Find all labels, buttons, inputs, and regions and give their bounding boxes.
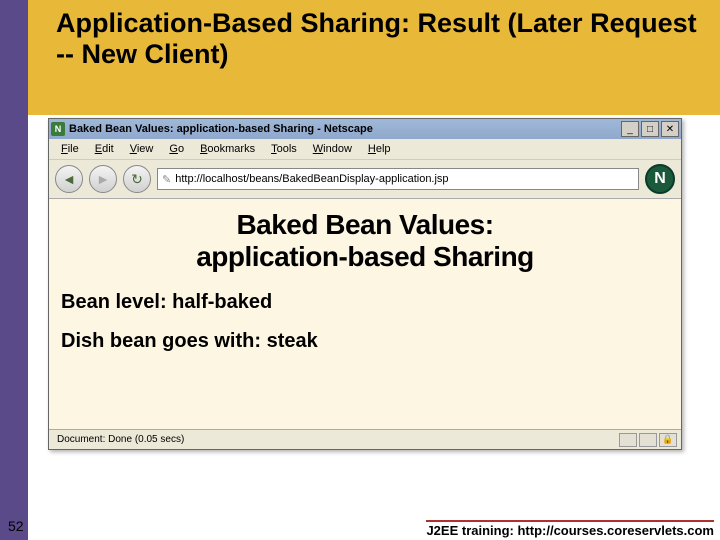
minimize-button[interactable]: _ bbox=[621, 121, 639, 137]
page-heading-line1: Baked Bean Values: bbox=[61, 209, 669, 241]
dish-bean-line: Dish bean goes with: steak bbox=[61, 330, 669, 353]
page-heading: Baked Bean Values: application-based Sha… bbox=[61, 209, 669, 273]
url-input[interactable]: ✎ http://localhost/beans/BakedBeanDispla… bbox=[157, 168, 639, 190]
dish-bean-label: Dish bean goes with: bbox=[61, 330, 261, 352]
bean-level-value: half-baked bbox=[167, 291, 273, 313]
browser-toolbar: ◄ ► ↻ ✎ http://localhost/beans/BakedBean… bbox=[49, 160, 681, 199]
dish-bean-value: steak bbox=[261, 330, 318, 352]
url-icon: ✎ bbox=[162, 173, 171, 186]
bean-level-label: Bean level: bbox=[61, 291, 167, 313]
menu-help[interactable]: Help bbox=[360, 141, 399, 157]
maximize-button[interactable]: □ bbox=[641, 121, 659, 137]
slide-number: 52 bbox=[8, 518, 24, 534]
netscape-logo-icon: N bbox=[645, 164, 675, 194]
slide-footer: J2EE training: http://courses.coreservle… bbox=[426, 520, 714, 538]
menu-go[interactable]: Go bbox=[161, 141, 192, 157]
slide-container: Application-Based Sharing: Result (Later… bbox=[0, 0, 720, 540]
status-bar: Document: Done (0.05 secs) 🔒 bbox=[49, 429, 681, 449]
menu-bar: File Edit View Go Bookmarks Tools Window… bbox=[49, 139, 681, 160]
window-title: Baked Bean Values: application-based Sha… bbox=[69, 123, 619, 135]
back-button[interactable]: ◄ bbox=[55, 165, 83, 193]
forward-button[interactable]: ► bbox=[89, 165, 117, 193]
status-tray-box-1 bbox=[619, 433, 637, 447]
browser-window: N Baked Bean Values: application-based S… bbox=[48, 118, 682, 450]
window-titlebar[interactable]: N Baked Bean Values: application-based S… bbox=[49, 119, 681, 139]
menu-view[interactable]: View bbox=[122, 141, 162, 157]
menu-tools[interactable]: Tools bbox=[263, 141, 305, 157]
reload-button[interactable]: ↻ bbox=[123, 165, 151, 193]
bean-level-line: Bean level: half-baked bbox=[61, 291, 669, 314]
page-content: Baked Bean Values: application-based Sha… bbox=[49, 199, 681, 429]
menu-window[interactable]: Window bbox=[305, 141, 360, 157]
security-lock-icon[interactable]: 🔒 bbox=[659, 433, 677, 447]
menu-bookmarks[interactable]: Bookmarks bbox=[192, 141, 263, 157]
slide-title-band: Application-Based Sharing: Result (Later… bbox=[28, 0, 720, 115]
menu-edit[interactable]: Edit bbox=[87, 141, 122, 157]
status-tray-box-2 bbox=[639, 433, 657, 447]
menu-file[interactable]: File bbox=[53, 141, 87, 157]
slide-title: Application-Based Sharing: Result (Later… bbox=[56, 8, 708, 70]
close-button[interactable]: ✕ bbox=[661, 121, 679, 137]
netscape-app-icon: N bbox=[51, 122, 65, 136]
page-heading-line2: application-based Sharing bbox=[61, 241, 669, 273]
status-text: Document: Done (0.05 secs) bbox=[53, 434, 617, 445]
url-text: http://localhost/beans/BakedBeanDisplay-… bbox=[175, 173, 448, 185]
slide-accent-bar bbox=[0, 0, 28, 540]
